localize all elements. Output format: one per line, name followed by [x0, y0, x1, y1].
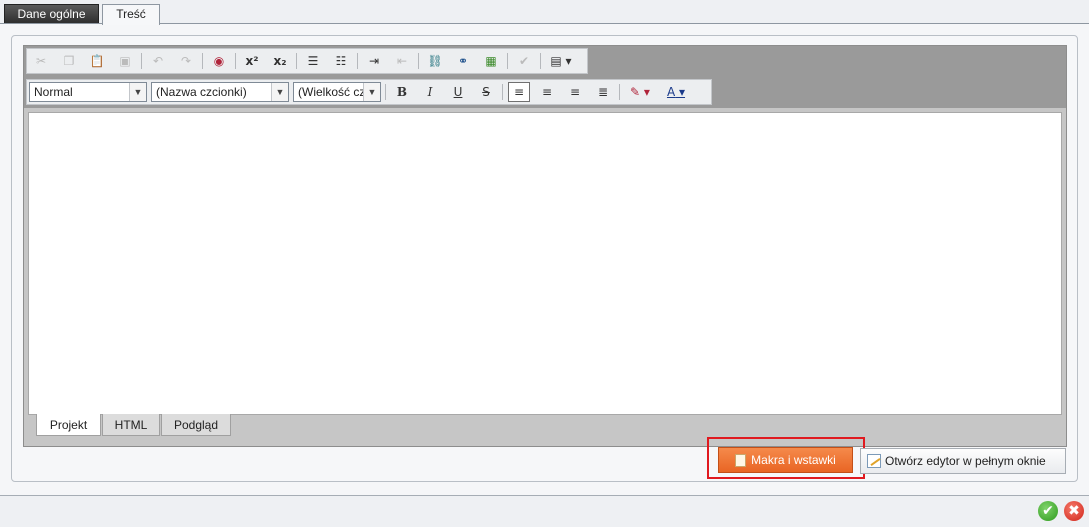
check-icon[interactable]: ✔	[513, 51, 535, 71]
undo-icon[interactable]: ↶	[147, 51, 169, 71]
separator	[357, 53, 358, 69]
edit-icon	[867, 454, 881, 468]
align-left-icon[interactable]: ≡	[508, 82, 530, 102]
ordered-list-icon[interactable]: ☰	[302, 51, 324, 71]
font-select[interactable]: (Nazwa czcionki) ▼	[151, 82, 289, 102]
editor-mode-tabs: Projekt HTML Podgląd	[36, 414, 232, 436]
chevron-down-icon: ▼	[129, 83, 146, 101]
link-icon[interactable]: ⛓	[424, 51, 446, 71]
separator	[385, 84, 386, 100]
separator	[141, 53, 142, 69]
full-editor-button[interactable]: Otwórz edytor w pełnym oknie	[860, 448, 1066, 474]
superscript-icon[interactable]: x²	[241, 51, 263, 71]
rich-text-editor: ✂ ❐ 📋 ▣ ↶ ↷ ◉ x² x₂ ☰ ☷ ⇥ ⇤ ⛓ ⚭ ▦ ✔ ▤ ▾	[23, 45, 1067, 447]
strike-button[interactable]: S	[475, 82, 497, 102]
editor-content-area[interactable]	[28, 112, 1062, 415]
copy-icon[interactable]: ❐	[58, 51, 80, 71]
cancel-icon[interactable]: ✖	[1064, 501, 1084, 521]
size-value: (Wielkość cz	[298, 85, 363, 99]
paste-word-icon[interactable]: ▣	[114, 51, 136, 71]
italic-button[interactable]: I	[419, 82, 441, 102]
tab-dane-ogolne[interactable]: Dane ogólne	[4, 4, 99, 24]
makra-button[interactable]: Makra i wstawki	[718, 447, 853, 473]
table-icon[interactable]: ▤ ▾	[546, 51, 576, 71]
outdent-icon[interactable]: ⇤	[391, 51, 413, 71]
align-justify-icon[interactable]: ≣	[592, 82, 614, 102]
tab-projekt[interactable]: Projekt	[36, 414, 101, 436]
font-value: (Nazwa czcionki)	[156, 85, 247, 99]
highlight-color-icon[interactable]: ✎ ▾	[625, 82, 655, 102]
separator	[619, 84, 620, 100]
separator	[502, 84, 503, 100]
font-color-icon[interactable]: A ▾	[661, 82, 691, 102]
separator	[202, 53, 203, 69]
cut-icon[interactable]: ✂	[30, 51, 52, 71]
separator	[296, 53, 297, 69]
toolbar-row-1: ✂ ❐ 📋 ▣ ↶ ↷ ◉ x² x₂ ☰ ☷ ⇥ ⇤ ⛓ ⚭ ▦ ✔ ▤ ▾	[26, 48, 588, 74]
separator	[418, 53, 419, 69]
font-color-label: A	[666, 85, 676, 99]
indent-icon[interactable]: ⇥	[363, 51, 385, 71]
bold-button[interactable]: B	[391, 82, 413, 102]
format-select[interactable]: Normal ▼	[29, 82, 147, 102]
editor-toolbar-area: ✂ ❐ 📋 ▣ ↶ ↷ ◉ x² x₂ ☰ ☷ ⇥ ⇤ ⛓ ⚭ ▦ ✔ ▤ ▾	[24, 46, 1066, 108]
underline-button[interactable]: U	[447, 82, 469, 102]
unlink-icon[interactable]: ⚭	[452, 51, 474, 71]
tab-tresc[interactable]: Treść	[102, 4, 160, 25]
chevron-down-icon: ▼	[363, 83, 380, 101]
align-right-icon[interactable]: ≡	[564, 82, 586, 102]
makra-label: Makra i wstawki	[751, 453, 836, 467]
align-center-icon[interactable]: ≡	[536, 82, 558, 102]
toolbar-row-2: Normal ▼ (Nazwa czcionki) ▼ (Wielkość cz…	[26, 79, 712, 105]
tab-html[interactable]: HTML	[102, 414, 160, 436]
redo-icon[interactable]: ↷	[175, 51, 197, 71]
separator	[540, 53, 541, 69]
spellcheck-icon[interactable]: ◉	[208, 51, 230, 71]
top-tab-bar: Dane ogólne Treść	[0, 0, 1089, 25]
full-editor-label: Otwórz edytor w pełnym oknie	[885, 454, 1046, 468]
chevron-down-icon: ▼	[271, 83, 288, 101]
unordered-list-icon[interactable]: ☷	[330, 51, 352, 71]
confirm-icon[interactable]: ✔	[1038, 501, 1058, 521]
document-icon	[735, 453, 747, 467]
subscript-icon[interactable]: x₂	[269, 51, 291, 71]
separator	[235, 53, 236, 69]
tab-podglad[interactable]: Podgląd	[161, 414, 231, 436]
format-value: Normal	[34, 85, 73, 99]
image-icon[interactable]: ▦	[480, 51, 502, 71]
paste-icon[interactable]: 📋	[86, 51, 108, 71]
size-select[interactable]: (Wielkość cz ▼	[293, 82, 381, 102]
separator	[507, 53, 508, 69]
